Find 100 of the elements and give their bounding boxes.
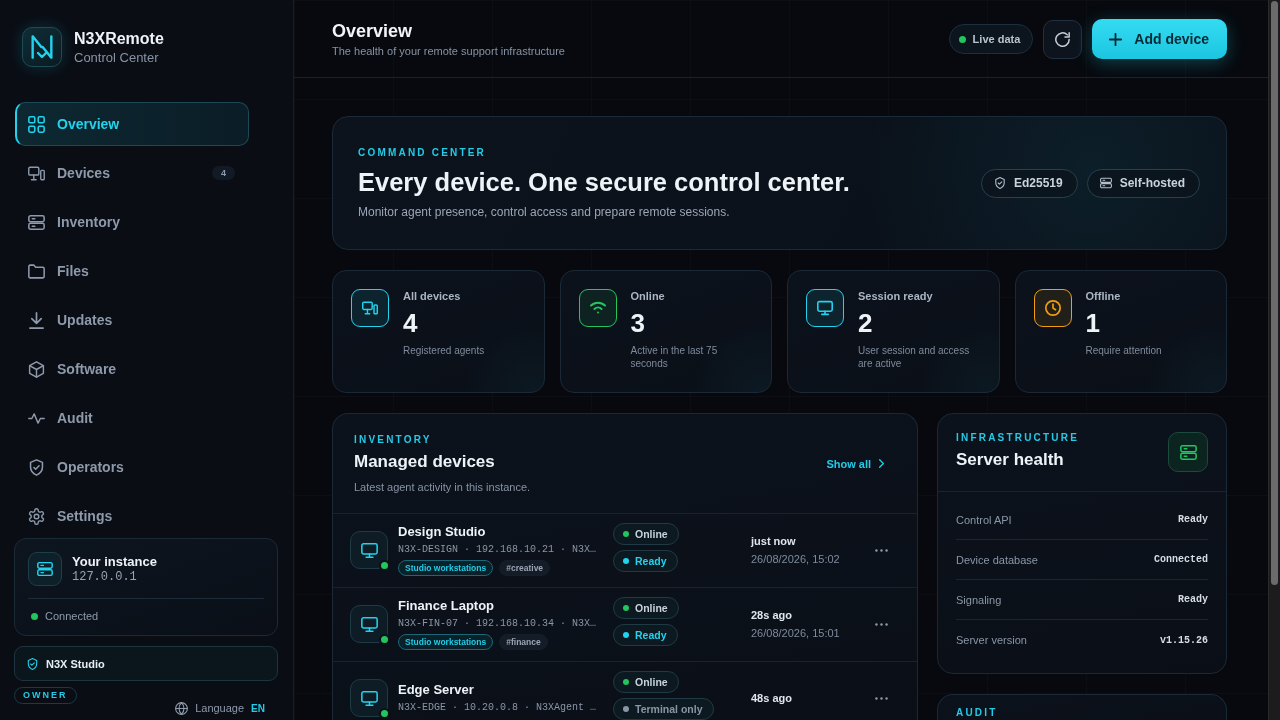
- stat-value: 2: [858, 308, 874, 338]
- status-label: Ready: [635, 555, 667, 567]
- device-meta: N3X-DESIGN · 192.168.10.21 · N3X…: [398, 543, 598, 556]
- nav-item[interactable]: Software: [15, 347, 249, 391]
- nav-item[interactable]: Inventory: [15, 200, 249, 244]
- ellipsis-icon: [874, 622, 888, 626]
- workspace-name: N3X Studio: [46, 657, 105, 670]
- brand-subtitle: Control Center: [74, 48, 160, 66]
- refresh-button[interactable]: [1043, 19, 1083, 59]
- last-seen: 48s ago: [751, 691, 793, 705]
- section-label: COMMAND CENTER: [358, 146, 488, 159]
- ellipsis-icon: [874, 696, 888, 700]
- stat-label: All devices: [403, 289, 462, 303]
- instance-title: Your instance: [72, 553, 157, 570]
- section-label: INVENTORY: [354, 433, 433, 446]
- health-label: Control API: [956, 513, 1012, 526]
- stat-label: Session ready: [858, 289, 934, 303]
- server-icon: [28, 552, 62, 586]
- add-device-button[interactable]: Add device: [1092, 19, 1227, 59]
- page-title: Overview: [332, 20, 414, 42]
- server-icon: [1168, 432, 1208, 472]
- nav-item[interactable]: Updates: [15, 298, 249, 342]
- monitor-icon: [350, 605, 388, 643]
- stat-caption: Require attention: [1085, 344, 1162, 357]
- plus-icon: [1109, 32, 1123, 46]
- group-tag: Studio workstations: [398, 634, 494, 650]
- stat-caption: Active in the last 75 seconds: [630, 344, 719, 370]
- timestamp: 26/08/2026, 15:01: [751, 626, 841, 640]
- scrollbar-thumb[interactable]: [1271, 1, 1278, 585]
- feature-label: Self-hosted: [1119, 176, 1185, 190]
- shield-check-icon: [993, 177, 1006, 189]
- brand-name: N3XRemote: [74, 28, 164, 48]
- scrollbar[interactable]: [1268, 0, 1280, 720]
- device-meta: N3X-EDGE · 10.20.0.8 · N3XAgent …: [398, 701, 598, 714]
- stat-value: 4: [403, 308, 419, 338]
- download-icon: [28, 311, 45, 329]
- last-seen: 28s ago: [751, 608, 793, 622]
- feature-label: Ed25519: [1013, 176, 1063, 190]
- nav-item[interactable]: Devices 4: [15, 151, 249, 195]
- health-value: v1.15.26: [1160, 634, 1208, 646]
- stat-value: 3: [630, 308, 646, 338]
- device-name[interactable]: Finance Laptop: [398, 598, 603, 614]
- status-label: Online: [635, 528, 668, 540]
- health-label: Server version: [956, 634, 1027, 646]
- language-button[interactable]: Language EN: [175, 701, 265, 715]
- nav-item[interactable]: Operators: [15, 445, 249, 489]
- health-label: Device database: [956, 553, 1038, 566]
- section-label: INFRASTRUCTURE: [956, 432, 1080, 444]
- chevron-right-icon: [879, 459, 884, 468]
- server-icon: [1099, 177, 1112, 189]
- nav-item[interactable]: Overview: [15, 102, 249, 146]
- stat-label: Online: [630, 289, 666, 303]
- monitor-icon: [350, 531, 388, 569]
- health-value: Ready: [1178, 594, 1208, 605]
- nav-item[interactable]: Files: [15, 249, 249, 293]
- refresh-icon: [1055, 31, 1071, 47]
- group-tag: Studio workstations: [398, 560, 494, 576]
- logo-icon: [22, 27, 62, 67]
- label-tag: #finance: [499, 634, 548, 650]
- nav-item[interactable]: Settings: [15, 494, 249, 538]
- page-subtitle: The health of your remote support infrastructure: [332, 44, 565, 58]
- count-badge: 4: [212, 166, 235, 180]
- device-name[interactable]: Edge Server: [398, 682, 603, 698]
- panel-title: Managed devices: [354, 450, 496, 473]
- cube-icon: [28, 360, 45, 378]
- devices-icon: [28, 164, 45, 182]
- workspace-card[interactable]: N3X Studio: [14, 646, 278, 681]
- status-label: Online: [635, 602, 668, 614]
- status-label: Online: [635, 676, 668, 688]
- shield-check-icon: [27, 657, 38, 670]
- panel-subtitle: Latest agent activity in this instance.: [354, 479, 531, 494]
- health-label: Signaling: [956, 593, 1002, 606]
- shield-check-icon: [28, 458, 45, 476]
- label-tag: #creative: [499, 560, 551, 576]
- status-label: Terminal only: [635, 703, 703, 715]
- status-label: Ready: [635, 629, 667, 641]
- hero-subtitle: Monitor agent presence, control access and prepare remote sessions.: [358, 203, 731, 220]
- instance-address: 127.0.0.1: [72, 569, 138, 585]
- show-all-link[interactable]: Show all: [826, 457, 884, 470]
- folder-icon: [28, 262, 45, 280]
- stat-value: 1: [1085, 308, 1101, 338]
- timestamp: 26/08/2026, 15:02: [751, 552, 841, 566]
- stat-label: Offline: [1085, 289, 1122, 303]
- panel-title: Server health: [956, 449, 1065, 471]
- health-value: Connected: [1154, 554, 1208, 565]
- ellipsis-icon: [874, 548, 888, 552]
- hero-title: Every device. One secure control center.: [358, 166, 850, 197]
- stat-caption: Registered agents: [403, 344, 485, 357]
- device-name[interactable]: Design Studio: [398, 524, 603, 540]
- server-icon: [28, 213, 45, 231]
- stat-caption: User session and access are active: [858, 344, 971, 370]
- grid-icon: [28, 115, 45, 133]
- device-meta: N3X-FIN-07 · 192.168.10.34 · N3X…: [398, 617, 598, 630]
- nav-item[interactable]: Audit: [15, 396, 249, 440]
- monitor-icon: [350, 679, 388, 717]
- health-value: Ready: [1178, 514, 1208, 525]
- last-seen: just now: [751, 534, 797, 548]
- connection-status: Connected: [45, 610, 99, 622]
- settings-icon: [28, 507, 45, 525]
- globe-icon: [175, 701, 189, 715]
